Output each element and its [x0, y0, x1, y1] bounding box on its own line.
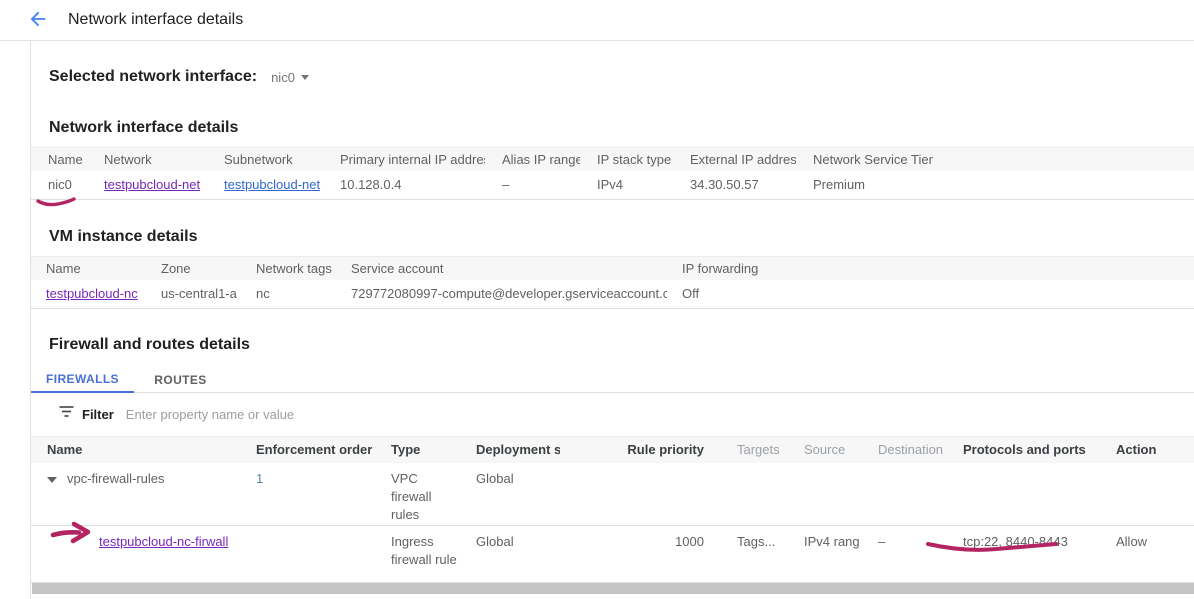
tab-firewalls[interactable]: FIREWALLS — [31, 367, 134, 393]
fw-row1-name: vpc-firewall-rules — [67, 471, 165, 486]
fw-row1-type: VPC firewall rules — [375, 463, 460, 525]
fw-row1-destination — [862, 463, 947, 525]
firewall-row-vpc: vpc-firewall-rules 1 VPC firewall rules … — [31, 463, 1194, 526]
fw-row2-destination: – — [862, 526, 947, 582]
fw-col-action: Action — [1100, 437, 1194, 463]
interface-dropdown-value: nic0 — [271, 70, 295, 85]
nic-table-header: Name Network Subnetwork Primary internal… — [31, 147, 1194, 171]
fw-row1-targets — [721, 463, 788, 525]
network-link[interactable]: testpubcloud-net — [104, 177, 200, 192]
vm-col-tags: Network tags — [241, 257, 336, 280]
filter-bar: Filter — [31, 399, 1194, 429]
fw-row2-targets: Tags... — [721, 526, 788, 582]
arrow-back-icon — [27, 8, 49, 33]
vm-section-title: VM instance details — [31, 228, 1194, 246]
nic-external-ip: 34.30.50.57 — [673, 171, 796, 199]
firewall-rule-link[interactable]: testpubcloud-nc-firwall — [99, 534, 228, 549]
fw-col-enforcement-order[interactable]: Enforcement order↑ — [240, 437, 375, 463]
nic-col-network: Network — [87, 148, 207, 171]
fw-col-name: Name — [31, 437, 240, 463]
page-title: Network interface details — [68, 11, 243, 29]
nic-col-service-tier: Network Service Tier — [796, 148, 1194, 171]
fw-row2-priority: 1000 — [560, 526, 721, 582]
filter-label: Filter — [82, 407, 114, 422]
details-panel: Selected network interface: nic0 Network… — [30, 41, 1194, 599]
vm-table-header: Name Zone Network tags Service account I… — [31, 256, 1194, 280]
vm-zone: us-central1-a — [146, 280, 241, 308]
nic-col-external-ip: External IP address — [673, 148, 796, 171]
tab-routes[interactable]: ROUTES — [134, 367, 227, 393]
chevron-down-icon — [301, 75, 309, 80]
back-button[interactable] — [26, 8, 50, 32]
fw-col-source: Source — [788, 437, 862, 463]
firewall-tabs: FIREWALLS ROUTES — [31, 367, 1194, 393]
nic-section-title: Network interface details — [31, 119, 1194, 137]
fw-row2-source: IPv4 rang — [788, 526, 862, 582]
fw-row1-enforcement: 1 — [240, 463, 375, 525]
fw-row2-type: Ingress firewall rule — [375, 526, 460, 582]
fw-row2-scope: Global — [460, 526, 560, 582]
fw-col-destination: Destination — [862, 437, 947, 463]
nic-name: nic0 — [31, 171, 87, 199]
filter-input[interactable] — [126, 407, 1194, 422]
horizontal-scrollbar[interactable] — [32, 583, 1194, 594]
fw-row2-protocols: tcp:22, 8440-8443 — [947, 526, 1100, 582]
fw-col-protocols: Protocols and ports — [947, 437, 1100, 463]
fw-row1-source — [788, 463, 862, 525]
vm-network-tags: nc — [241, 280, 336, 308]
nic-col-subnetwork: Subnetwork — [207, 148, 323, 171]
fw-col-type: Type — [375, 437, 460, 463]
subnetwork-link[interactable]: testpubcloud-net — [224, 177, 320, 192]
firewall-section-title: Firewall and routes details — [31, 336, 1194, 354]
nic-table-row: nic0 testpubcloud-net testpubcloud-net 1… — [31, 171, 1194, 200]
fw-row1-scope: Global — [460, 463, 560, 525]
top-bar: Network interface details — [0, 0, 1194, 41]
nic-table: Name Network Subnetwork Primary internal… — [31, 147, 1194, 200]
nic-col-alias-ranges: Alias IP ranges — [485, 148, 580, 171]
nic-internal-ip: 10.128.0.4 — [323, 171, 485, 199]
fw-col-targets: Targets — [721, 437, 788, 463]
nic-col-name: Name — [31, 148, 87, 171]
vm-col-name: Name — [31, 257, 146, 280]
vm-col-service-account: Service account — [336, 257, 667, 280]
fw-col-deployment-scope: Deployment scope — [460, 437, 560, 463]
firewall-table-header: Name Enforcement order↑ Type Deployment … — [31, 436, 1194, 463]
fw-row2-enforcement — [240, 526, 375, 582]
fw-row1-priority — [560, 463, 721, 525]
vm-table-row: testpubcloud-nc us-central1-a nc 7297720… — [31, 280, 1194, 309]
nic-col-internal-ip: Primary internal IP address — [323, 148, 485, 171]
firewall-row-rule: testpubcloud-nc-firwall Ingress firewall… — [31, 526, 1194, 583]
selected-interface-label: Selected network interface: — [49, 68, 257, 86]
vm-service-account: 729772080997-compute@developer.gservicea… — [336, 280, 667, 308]
fw-row2-action: Allow — [1100, 526, 1194, 582]
nic-col-stack-type: IP stack type — [580, 148, 673, 171]
nic-service-tier: Premium — [796, 171, 1194, 199]
firewall-table: Name Enforcement order↑ Type Deployment … — [31, 436, 1194, 583]
fw-col-rule-priority: Rule priority — [560, 437, 721, 463]
vm-col-zone: Zone — [146, 257, 241, 280]
vm-col-ip-forwarding: IP forwarding — [667, 257, 1194, 280]
filter-icon — [59, 405, 74, 423]
vm-table: Name Zone Network tags Service account I… — [31, 256, 1194, 309]
nic-stack-type: IPv4 — [580, 171, 673, 199]
nic-alias-ranges: – — [485, 171, 580, 199]
fw-row1-action — [1100, 463, 1194, 525]
vm-ip-forwarding: Off — [667, 280, 1194, 308]
interface-dropdown[interactable]: nic0 — [271, 70, 309, 85]
collapse-row-icon[interactable] — [47, 477, 57, 483]
vm-instance-link[interactable]: testpubcloud-nc — [46, 286, 138, 301]
fw-row1-protocols — [947, 463, 1100, 525]
